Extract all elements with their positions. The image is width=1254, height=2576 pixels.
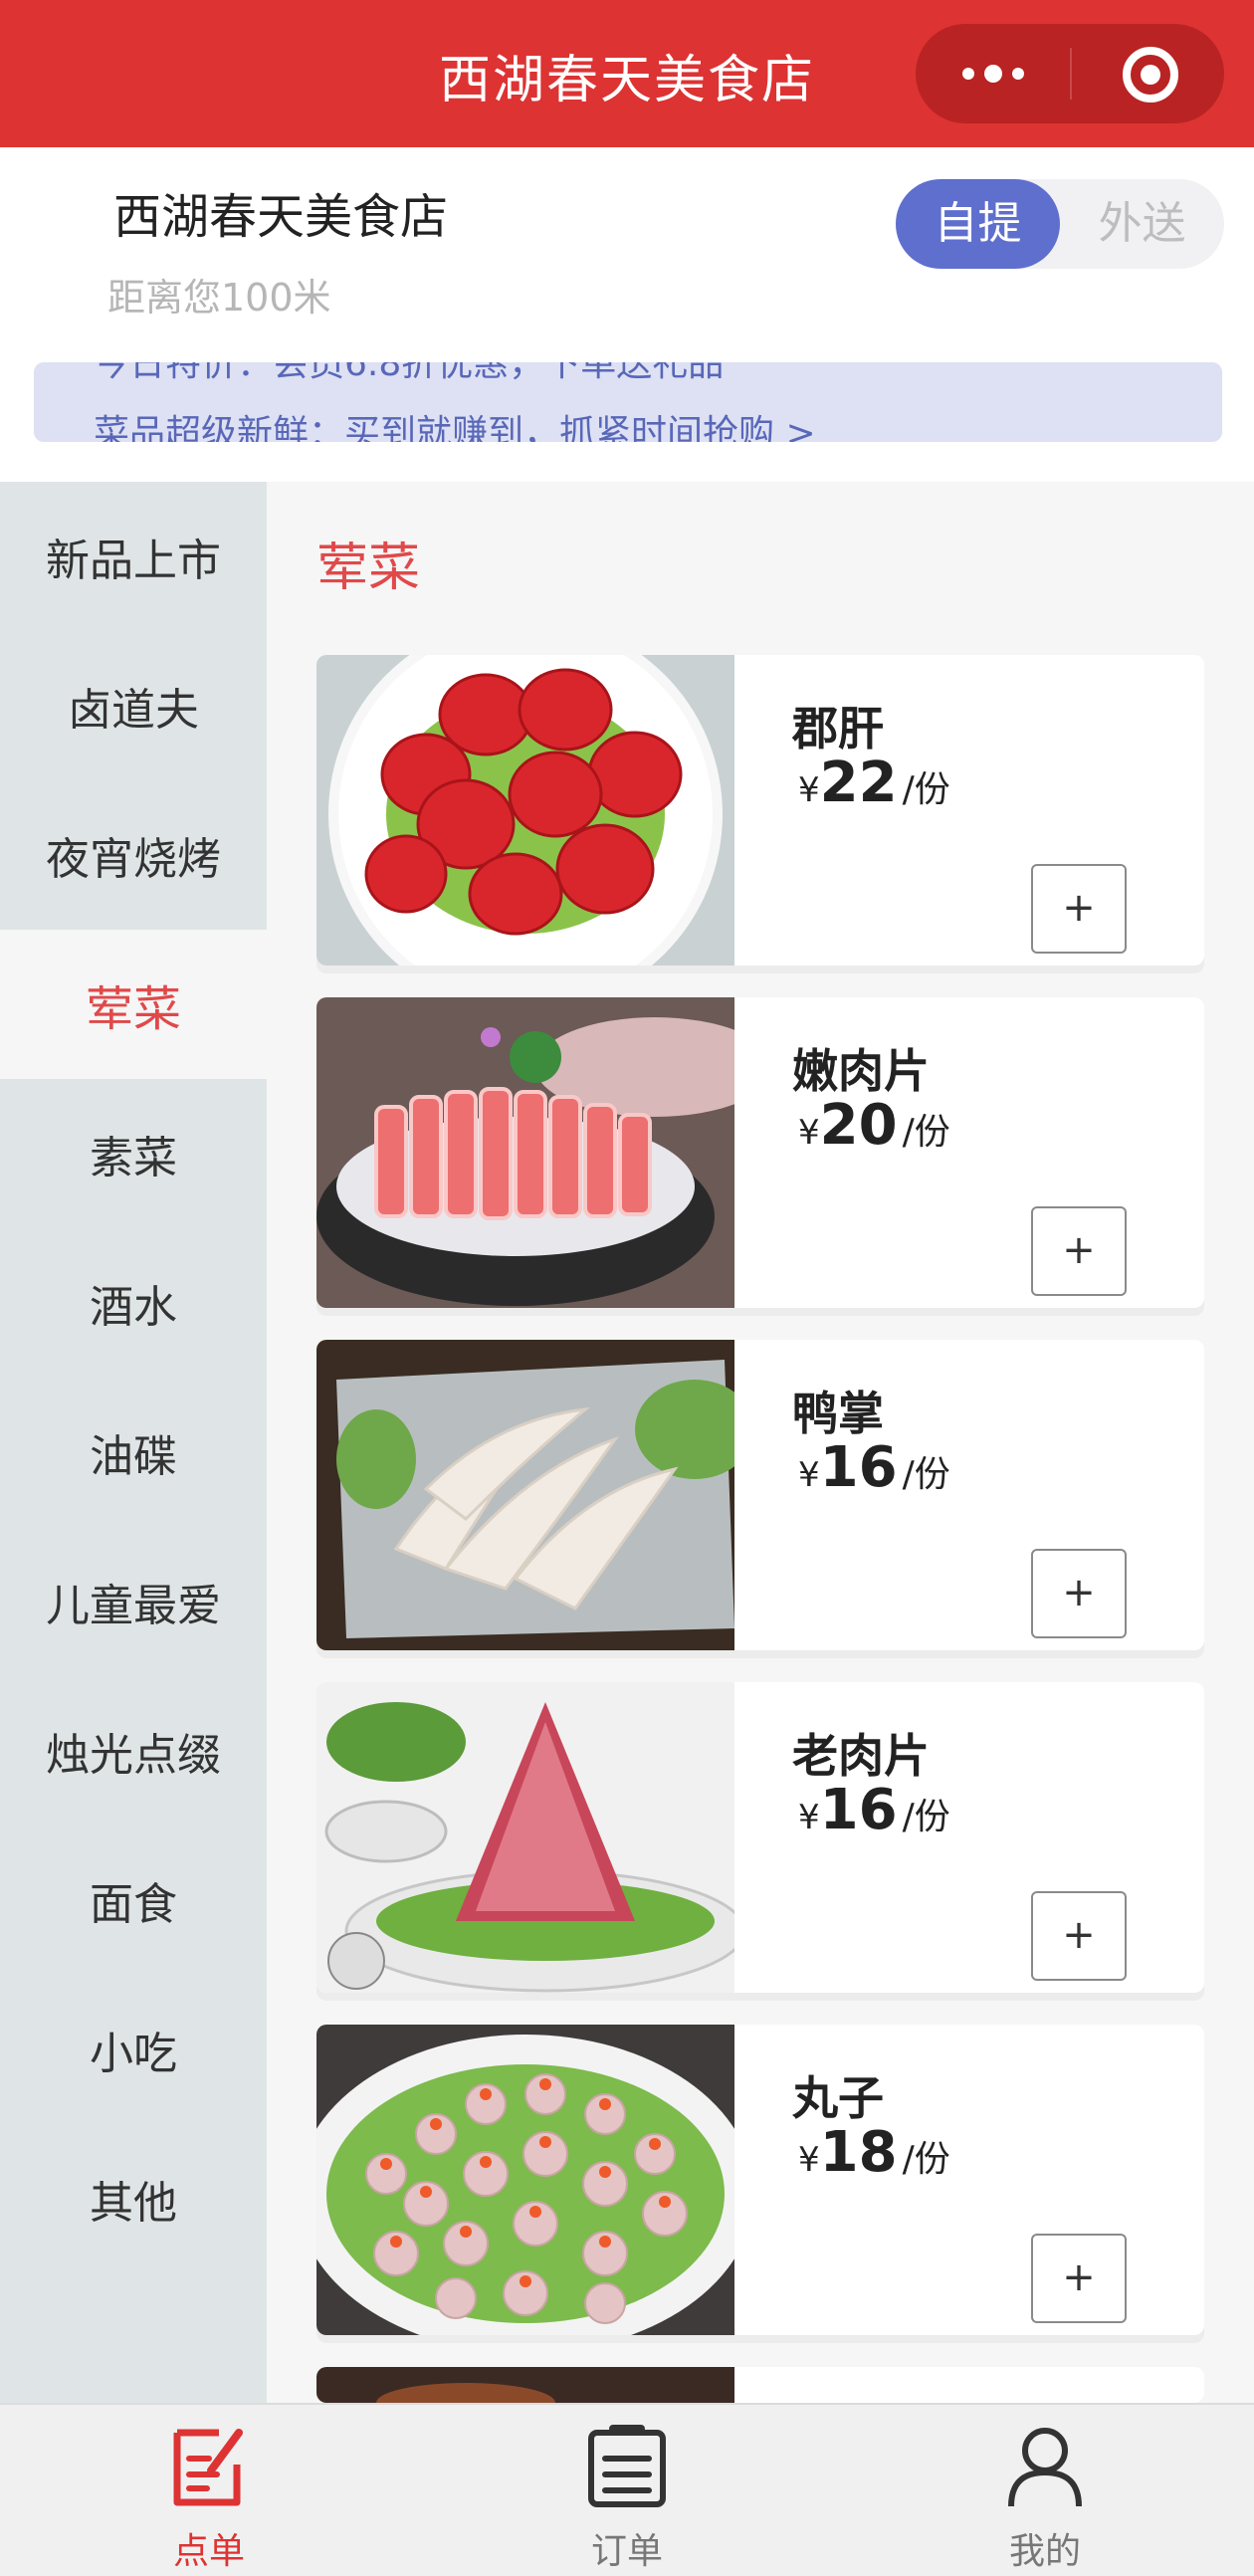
product-name: 鸭掌 [792, 1387, 884, 1440]
product-price: ¥18 /份 [798, 2120, 950, 2185]
store-distance: 距离您100米 [107, 276, 331, 320]
user-icon [1008, 2428, 1082, 2507]
delivery-option[interactable]: 外送 [1060, 179, 1224, 269]
pickup-option[interactable]: 自提 [896, 179, 1060, 269]
product-card[interactable]: 嫩肉片 ¥20 /份 + [316, 997, 1204, 1308]
sidebar-item-kids[interactable]: 儿童最爱 [0, 1527, 267, 1676]
product-price: ¥16 /份 [798, 1778, 950, 1842]
tab-order[interactable]: 点单 [0, 2405, 418, 2576]
top-nav-bar: 西湖春天美食店 [0, 0, 1254, 147]
sidebar-item-new[interactable]: 新品上市 [0, 482, 267, 631]
add-to-cart-button[interactable]: + [1031, 2234, 1127, 2323]
add-to-cart-button[interactable]: + [1031, 1891, 1127, 1981]
order-list-icon [588, 2425, 666, 2507]
product-name: 郡肝 [792, 702, 884, 755]
product-card[interactable]: 郡肝 ¥22 /份 + [316, 655, 1204, 966]
add-to-cart-button[interactable]: + [1031, 864, 1127, 954]
product-image-duck-feet [316, 1340, 734, 1650]
more-dots-icon[interactable] [916, 24, 1070, 123]
product-image-meatballs [316, 2025, 734, 2335]
store-name: 西湖春天美食店 [113, 189, 449, 245]
sidebar-item-dip[interactable]: 油碟 [0, 1378, 267, 1527]
add-to-cart-button[interactable]: + [1031, 1206, 1127, 1296]
sidebar-item-snacks[interactable]: 小吃 [0, 1975, 267, 2124]
product-card-partial[interactable] [316, 2367, 1204, 2403]
sidebar-item-candle[interactable]: 烛光点缀 [0, 1676, 267, 1825]
sidebar-item-other[interactable]: 其他 [0, 2124, 267, 2273]
target-close-icon[interactable] [1123, 47, 1178, 103]
tab-mine[interactable]: 我的 [836, 2405, 1254, 2576]
product-price: ¥22 /份 [798, 751, 950, 815]
notice-banner[interactable]: 今日特价：会员6.8折优惠，下单送礼品 菜品超级新鲜：买到就赚到，抓紧时间抢购 … [34, 362, 1222, 442]
order-edit-icon [173, 2429, 243, 2506]
tab-label: 我的 [1008, 2531, 1081, 2572]
product-image-gizzard [316, 655, 734, 966]
mini-program-capsule [916, 24, 1224, 123]
product-card[interactable]: 老肉片 ¥16 /份 + [316, 1682, 1204, 1993]
tab-label: 订单 [590, 2531, 663, 2572]
notice-line: 菜品超级新鲜：买到就赚到，抓紧时间抢购 > [94, 413, 816, 442]
product-card[interactable]: 丸子 ¥18 /份 + [316, 2025, 1204, 2335]
category-title: 荤菜 [316, 538, 421, 598]
product-image-beef-slices [316, 1682, 734, 1993]
product-name: 丸子 [792, 2071, 884, 2125]
bottom-tab-bar: 点单 订单 我的 [0, 2403, 1254, 2576]
product-name: 嫩肉片 [792, 1044, 930, 1098]
notice-line: 今日特价：会员6.8折优惠，下单送礼品 [94, 362, 725, 384]
capsule-divider [1070, 48, 1072, 100]
product-price: ¥20 /份 [798, 1093, 950, 1158]
product-image-partial [316, 2367, 734, 2403]
product-name: 老肉片 [792, 1729, 930, 1783]
tab-orders[interactable]: 订单 [418, 2405, 836, 2576]
tab-label: 点单 [172, 2531, 245, 2572]
product-price: ¥16 /份 [798, 1435, 950, 1500]
sidebar-item-veg[interactable]: 素菜 [0, 1079, 267, 1228]
sidebar-item-meat[interactable]: 荤菜 [0, 930, 267, 1079]
sidebar-item-ludaofu[interactable]: 卤道夫 [0, 631, 267, 780]
delivery-mode-toggle: 自提 外送 [896, 179, 1224, 269]
add-to-cart-button[interactable]: + [1031, 1549, 1127, 1638]
sidebar-item-drinks[interactable]: 酒水 [0, 1228, 267, 1378]
category-sidebar: 新品上市 卤道夫 夜宵烧烤 荤菜 素菜 酒水 油碟 儿童最爱 烛光点缀 面食 小… [0, 482, 267, 2403]
sidebar-item-noodles[interactable]: 面食 [0, 1825, 267, 1975]
sidebar-item-bbq[interactable]: 夜宵烧烤 [0, 780, 267, 930]
product-card[interactable]: 鸭掌 ¥16 /份 + [316, 1340, 1204, 1650]
product-image-tender-slices [316, 997, 734, 1308]
